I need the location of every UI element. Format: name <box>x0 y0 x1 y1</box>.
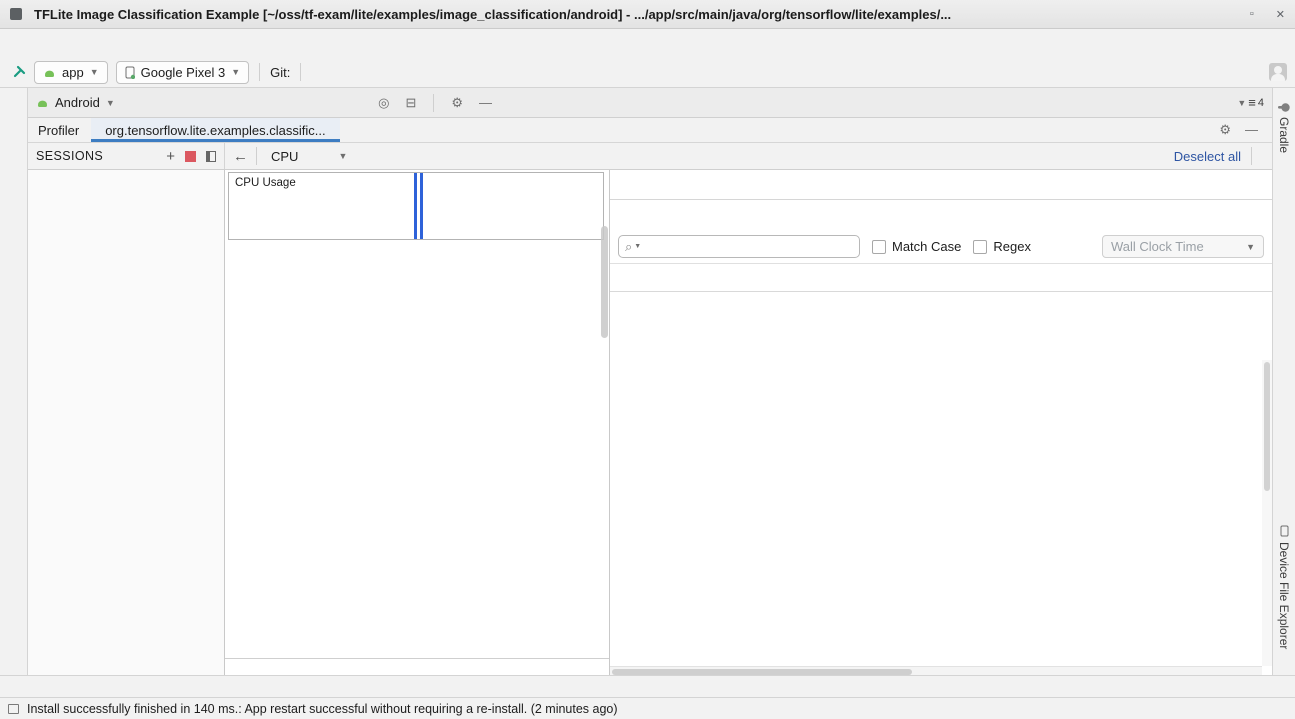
regex-checkbox[interactable]: Regex <box>973 239 1031 254</box>
hidden-tabs-icon: ≡ <box>1248 95 1256 110</box>
gradle-icon <box>1278 102 1291 112</box>
build-hammer-icon[interactable] <box>8 64 30 81</box>
profiler-header: Profiler org.tensorflow.lite.examples.cl… <box>28 118 1272 143</box>
window-title: TFLite Image Classification Example [~/o… <box>34 7 951 22</box>
android-icon <box>43 67 56 78</box>
cpu-usage-chart[interactable]: CPU Usage <box>228 172 604 240</box>
sessions-header: SESSIONS + <box>28 143 225 169</box>
timeline-panel: CPU Usage <box>225 170 610 675</box>
hidden-tabs-count: 4 <box>1258 97 1264 109</box>
thread-tracks <box>225 242 609 658</box>
analysis-subtabs <box>610 200 1272 230</box>
tool-window-bar <box>0 675 1295 697</box>
filter-row: ⌕ ▼ Match Case Regex Wall Clock Time ▼ <box>610 230 1272 264</box>
status-bar: Install successfully finished in 140 ms.… <box>0 697 1295 719</box>
chevron-down-icon: ▼ <box>338 151 347 161</box>
deselect-all-link[interactable]: Deselect all <box>1174 149 1241 164</box>
chevron-down-icon: ▼ <box>231 67 240 77</box>
selection-range[interactable] <box>414 173 423 239</box>
table-vscrollbar[interactable] <box>1262 360 1272 666</box>
window-status-icon <box>8 704 19 714</box>
collapse-sessions-icon[interactable] <box>206 151 216 162</box>
project-view-select[interactable]: Android <box>55 95 100 110</box>
run-configuration-select[interactable]: app ▼ <box>34 61 108 84</box>
left-tool-window-bar <box>0 88 28 675</box>
device-icon <box>1280 525 1289 537</box>
profiler-main: CPU Usage ⌕ ▼ Match Case <box>28 170 1272 675</box>
hide-panel-icon[interactable]: — <box>474 95 497 110</box>
search-box[interactable]: ⌕ ▼ <box>618 235 860 258</box>
hidden-tabs-button[interactable]: ▼ ≡ 4 <box>1229 88 1272 117</box>
android-icon <box>36 97 49 108</box>
analysis-panel: ⌕ ▼ Match Case Regex Wall Clock Time ▼ <box>610 170 1272 675</box>
menu-bar <box>0 29 1295 57</box>
table-header <box>610 265 1272 292</box>
top-down-table <box>610 265 1272 675</box>
checkbox-icon <box>872 240 886 254</box>
cpu-usage-label: CPU Usage <box>235 177 296 189</box>
maximize-button[interactable]: ▫ <box>1250 8 1254 21</box>
gear-icon[interactable]: ⚙ <box>1219 122 1231 138</box>
gear-icon[interactable]: ⚙ <box>446 95 468 111</box>
match-case-checkbox[interactable]: Match Case <box>872 239 961 254</box>
sidebar-item-gradle[interactable]: Gradle <box>1275 94 1293 161</box>
android-studio-window: TFLite Image Classification Example [~/o… <box>0 0 1295 719</box>
app-icon <box>10 8 22 20</box>
stop-session-icon[interactable] <box>185 151 196 162</box>
close-button[interactable]: ✕ <box>1276 8 1285 21</box>
profiler-subheader: SESSIONS + ← CPU ▼ Deselect all <box>28 143 1272 170</box>
hide-panel-icon[interactable]: — <box>1245 122 1258 138</box>
sidebar-item-device-file-explorer[interactable]: Device File Explorer <box>1275 517 1293 657</box>
profiler-session-tab[interactable]: org.tensorflow.lite.examples.classific..… <box>91 118 339 142</box>
metric-select[interactable]: CPU ▼ <box>265 149 353 164</box>
sessions-list <box>28 170 225 675</box>
back-icon[interactable]: ← <box>233 148 248 165</box>
git-label: Git: <box>270 65 290 80</box>
chevron-down-icon: ▼ <box>106 98 115 108</box>
editor-tabs <box>505 88 1229 117</box>
tab-row: Android ▼ ◎ ⊟ ⚙ — ▼ ≡ 4 <box>28 88 1272 118</box>
checkbox-icon <box>973 240 987 254</box>
chevron-down-icon: ▼ <box>634 243 641 250</box>
chevron-down-icon: ▼ <box>90 67 99 77</box>
title-bar: TFLite Image Classification Example [~/o… <box>0 0 1295 29</box>
device-select[interactable]: Google Pixel 3 ▼ <box>116 61 249 84</box>
locate-file-icon[interactable]: ◎ <box>373 95 394 111</box>
analysis-tabs <box>610 170 1272 200</box>
main-toolbar: app ▼ Google Pixel 3 ▼ Git: <box>0 57 1295 88</box>
search-icon: ⌕ <box>625 239 632 255</box>
avatar[interactable] <box>1269 63 1287 81</box>
phone-icon <box>125 66 135 79</box>
new-session-icon[interactable]: + <box>166 148 175 165</box>
track-time-axis <box>225 658 609 675</box>
sessions-title: SESSIONS <box>36 149 103 163</box>
table-hscrollbar[interactable] <box>610 666 1262 675</box>
chevron-down-icon: ▼ <box>1246 242 1255 252</box>
profiler-title: Profiler <box>28 123 91 138</box>
clock-type-select[interactable]: Wall Clock Time ▼ <box>1102 235 1264 258</box>
collapse-all-icon[interactable]: ⊟ <box>400 95 421 111</box>
right-tool-window-bar: Gradle Device File Explorer <box>1272 88 1295 675</box>
status-message[interactable]: Install successfully finished in 140 ms.… <box>27 702 618 716</box>
timeline-scrollbar[interactable] <box>601 226 608 338</box>
project-tool-window-header: Android ▼ ◎ ⊟ ⚙ — <box>28 88 505 117</box>
chevron-down-icon: ▼ <box>1237 98 1246 108</box>
search-input[interactable] <box>643 239 853 254</box>
